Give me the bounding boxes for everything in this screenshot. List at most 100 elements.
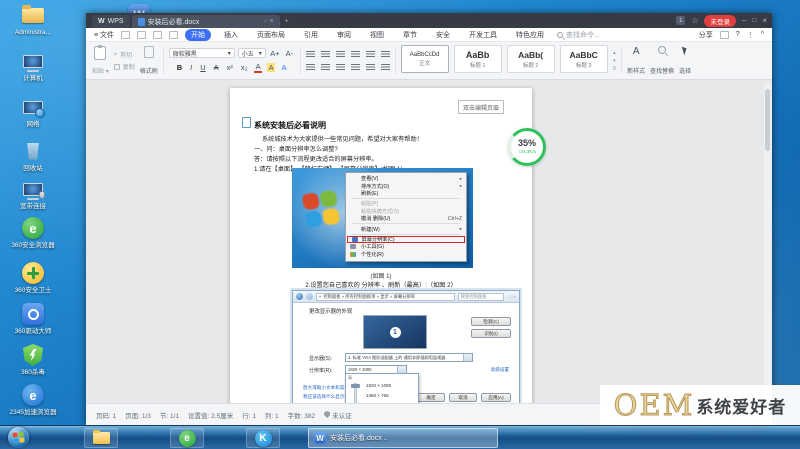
taskbar-360-browser[interactable]: e [170, 428, 204, 448]
text-effects-button[interactable]: A [280, 63, 288, 72]
show-marks-icon[interactable] [381, 50, 390, 58]
save-icon[interactable] [121, 31, 130, 39]
menu-tab-section[interactable]: 章节 [397, 29, 423, 41]
maximize-button[interactable]: □ [752, 17, 756, 24]
desktop-icon-360-browser[interactable]: e 360安全浏览器 [4, 216, 62, 250]
close-button[interactable]: × [762, 16, 767, 25]
line-spacing-icon[interactable] [366, 63, 375, 71]
find-replace-button[interactable]: 查找替换 [650, 45, 674, 76]
font-color-button[interactable]: A [254, 62, 262, 73]
subscript-button[interactable]: x₂ [239, 63, 249, 72]
style-gallery-scroll[interactable]: ▴▾≡ [613, 45, 617, 76]
file-menu[interactable]: ≡ 文件 [94, 30, 114, 40]
share-button[interactable]: 分享 [699, 30, 713, 40]
align-left-icon[interactable] [306, 63, 315, 71]
menu-tab-layout[interactable]: 页面布局 [251, 29, 291, 41]
menu-tab-developer[interactable]: 开发工具 [463, 29, 503, 41]
new-style-button[interactable]: A 新样式 [627, 45, 645, 76]
outdent-icon[interactable] [336, 50, 345, 58]
strikethrough-button[interactable]: A [212, 63, 220, 72]
shrink-font-button[interactable]: A- [284, 49, 295, 58]
taskbar-explorer[interactable] [84, 428, 118, 448]
redo-icon[interactable] [169, 31, 178, 39]
doc-title[interactable]: 系统安装后必看说明 [254, 120, 326, 131]
format-painter-button[interactable]: 格式刷 [140, 45, 158, 76]
print-icon[interactable] [137, 31, 146, 39]
desktop-icon-administrator[interactable]: Administra... [4, 3, 62, 37]
justify-icon[interactable] [351, 63, 360, 71]
style-heading2[interactable]: AaBb( 标题 2 [507, 45, 555, 73]
collapse-ribbon-icon[interactable]: ^ [761, 31, 764, 38]
pin-icon[interactable]: ◦ [264, 19, 266, 25]
italic-button[interactable]: I [189, 63, 194, 72]
desktop-icon-360-driver[interactable]: 360驱动大师 [4, 302, 62, 336]
paste-button[interactable]: 粘贴 ▾ [92, 45, 109, 76]
grow-font-button[interactable]: A+ [269, 49, 281, 58]
doc-paragraph[interactable]: 答：请按照以下流程更改适合的屏幕分辨率。 [254, 154, 378, 163]
select-button[interactable]: 选择 [679, 45, 691, 76]
cut-button[interactable]: ×剪切 [114, 50, 133, 59]
style-normal[interactable]: AaBbCcDd 正文 [401, 45, 449, 73]
taskbar-wps-document[interactable]: W 安装后必看.docx .. [308, 428, 498, 448]
menu-tab-references[interactable]: 引用 [298, 29, 324, 41]
desktop-icon-2345-browser[interactable]: e 2345加速浏览器 [4, 383, 62, 417]
start-button[interactable] [8, 427, 29, 448]
numbered-list-icon[interactable] [321, 50, 330, 58]
paragraph-tool-icon[interactable] [242, 117, 251, 128]
tab-wps-home[interactable]: W WPS [92, 15, 130, 28]
menu-tab-home[interactable]: 开始 [185, 29, 211, 41]
align-center-icon[interactable] [321, 63, 330, 71]
cloud-sync-badge[interactable]: 35% ↑24.3K/s [508, 128, 546, 166]
desktop-icon-computer[interactable]: 计算机 [4, 49, 62, 83]
desktop-icon-360-safe[interactable]: 360安全卫士 [4, 261, 62, 295]
menu-tab-review[interactable]: 审阅 [331, 29, 357, 41]
scrollbar-thumb[interactable] [765, 89, 770, 151]
desktop-icon-360-antivirus[interactable]: 360杀毒 [4, 343, 62, 377]
style-heading1[interactable]: AaBb 标题 1 [454, 45, 502, 73]
copy-button[interactable]: 复制 [114, 62, 135, 71]
font-name-select[interactable]: 微软雅黑▾ [169, 48, 235, 58]
taskbar-kugou[interactable]: K [246, 428, 280, 448]
superscript-button[interactable]: x² [225, 63, 234, 72]
command-search[interactable]: 查找命令... [557, 30, 600, 40]
menu-tab-special-apps[interactable]: 特色应用 [510, 29, 550, 41]
status-word-count[interactable]: 字数: 382 [288, 410, 315, 420]
ctx-item-paste: 粘贴(P) [346, 200, 466, 207]
desktop-icon-recycle-bin[interactable]: 回收站 [4, 139, 62, 173]
tab-close-icon[interactable]: × [269, 18, 273, 25]
embedded-image-context-menu[interactable]: 查看(V)▸ 排序方式(O)▸ 刷新(E) 粘贴(P) 粘贴快捷方式(S) 撤消… [292, 168, 473, 268]
shading-icon[interactable] [381, 63, 390, 71]
help-icon[interactable]: ? [736, 31, 740, 38]
align-right-icon[interactable] [336, 63, 345, 71]
minimize-button[interactable]: – [742, 16, 746, 25]
login-button[interactable]: 未登录 [704, 15, 736, 27]
style-heading3[interactable]: AaBbC 标题 3 [560, 45, 608, 73]
collaborate-icon[interactable] [720, 31, 729, 39]
indent-icon[interactable] [351, 50, 360, 58]
bold-button[interactable]: B [175, 63, 183, 72]
doc-paragraph[interactable]: 2.设置您自己喜欢的 分辨率 、刷新（最高）:（如图 2） [230, 280, 532, 289]
new-tab-button[interactable]: + [280, 15, 294, 28]
highlight-button[interactable]: A [267, 63, 275, 72]
doc-paragraph[interactable]: 系统城技术为大家提供一些常见问题，希望对大家有帮助！ [262, 134, 423, 143]
bullet-list-icon[interactable] [306, 50, 315, 58]
doc-paragraph[interactable]: 一、问：桌面分辨率怎么调整? [254, 144, 338, 153]
font-size-select[interactable]: 小五▾ [238, 48, 266, 58]
ctx-item-new: 新建(W)▸ [346, 225, 466, 232]
more-icon[interactable]: ⋮ [747, 31, 754, 39]
tab-document[interactable]: 安装后必看.docx ◦ × [132, 15, 280, 28]
edit-header-button[interactable]: 双击编辑页眉 [458, 100, 504, 114]
embedded-image-resolution-dialog[interactable]: «控制面板 » 所有控制面板项 » 显示 » 屏幕分辨率 搜索控制面板 – □ … [292, 290, 520, 403]
desktop-icon-broadband[interactable]: 宽带连接 [4, 177, 62, 211]
favorite-star-icon[interactable]: ☆ [691, 16, 698, 25]
menu-tab-security[interactable]: 安全 [430, 29, 456, 41]
vertical-scrollbar[interactable] [764, 83, 771, 400]
sort-icon[interactable] [366, 50, 375, 58]
workspace-icon[interactable]: 1 [676, 16, 685, 25]
menu-tab-insert[interactable]: 插入 [218, 29, 244, 41]
desktop-icon-network[interactable]: 网络 [4, 95, 62, 129]
document-page[interactable]: 双击编辑页眉 系统安装后必看说明 系统城技术为大家提供一些常见问题，希望对大家有… [230, 88, 532, 403]
underline-button[interactable]: U [199, 63, 207, 72]
menu-tab-view[interactable]: 视图 [364, 29, 390, 41]
undo-icon[interactable] [153, 31, 162, 39]
